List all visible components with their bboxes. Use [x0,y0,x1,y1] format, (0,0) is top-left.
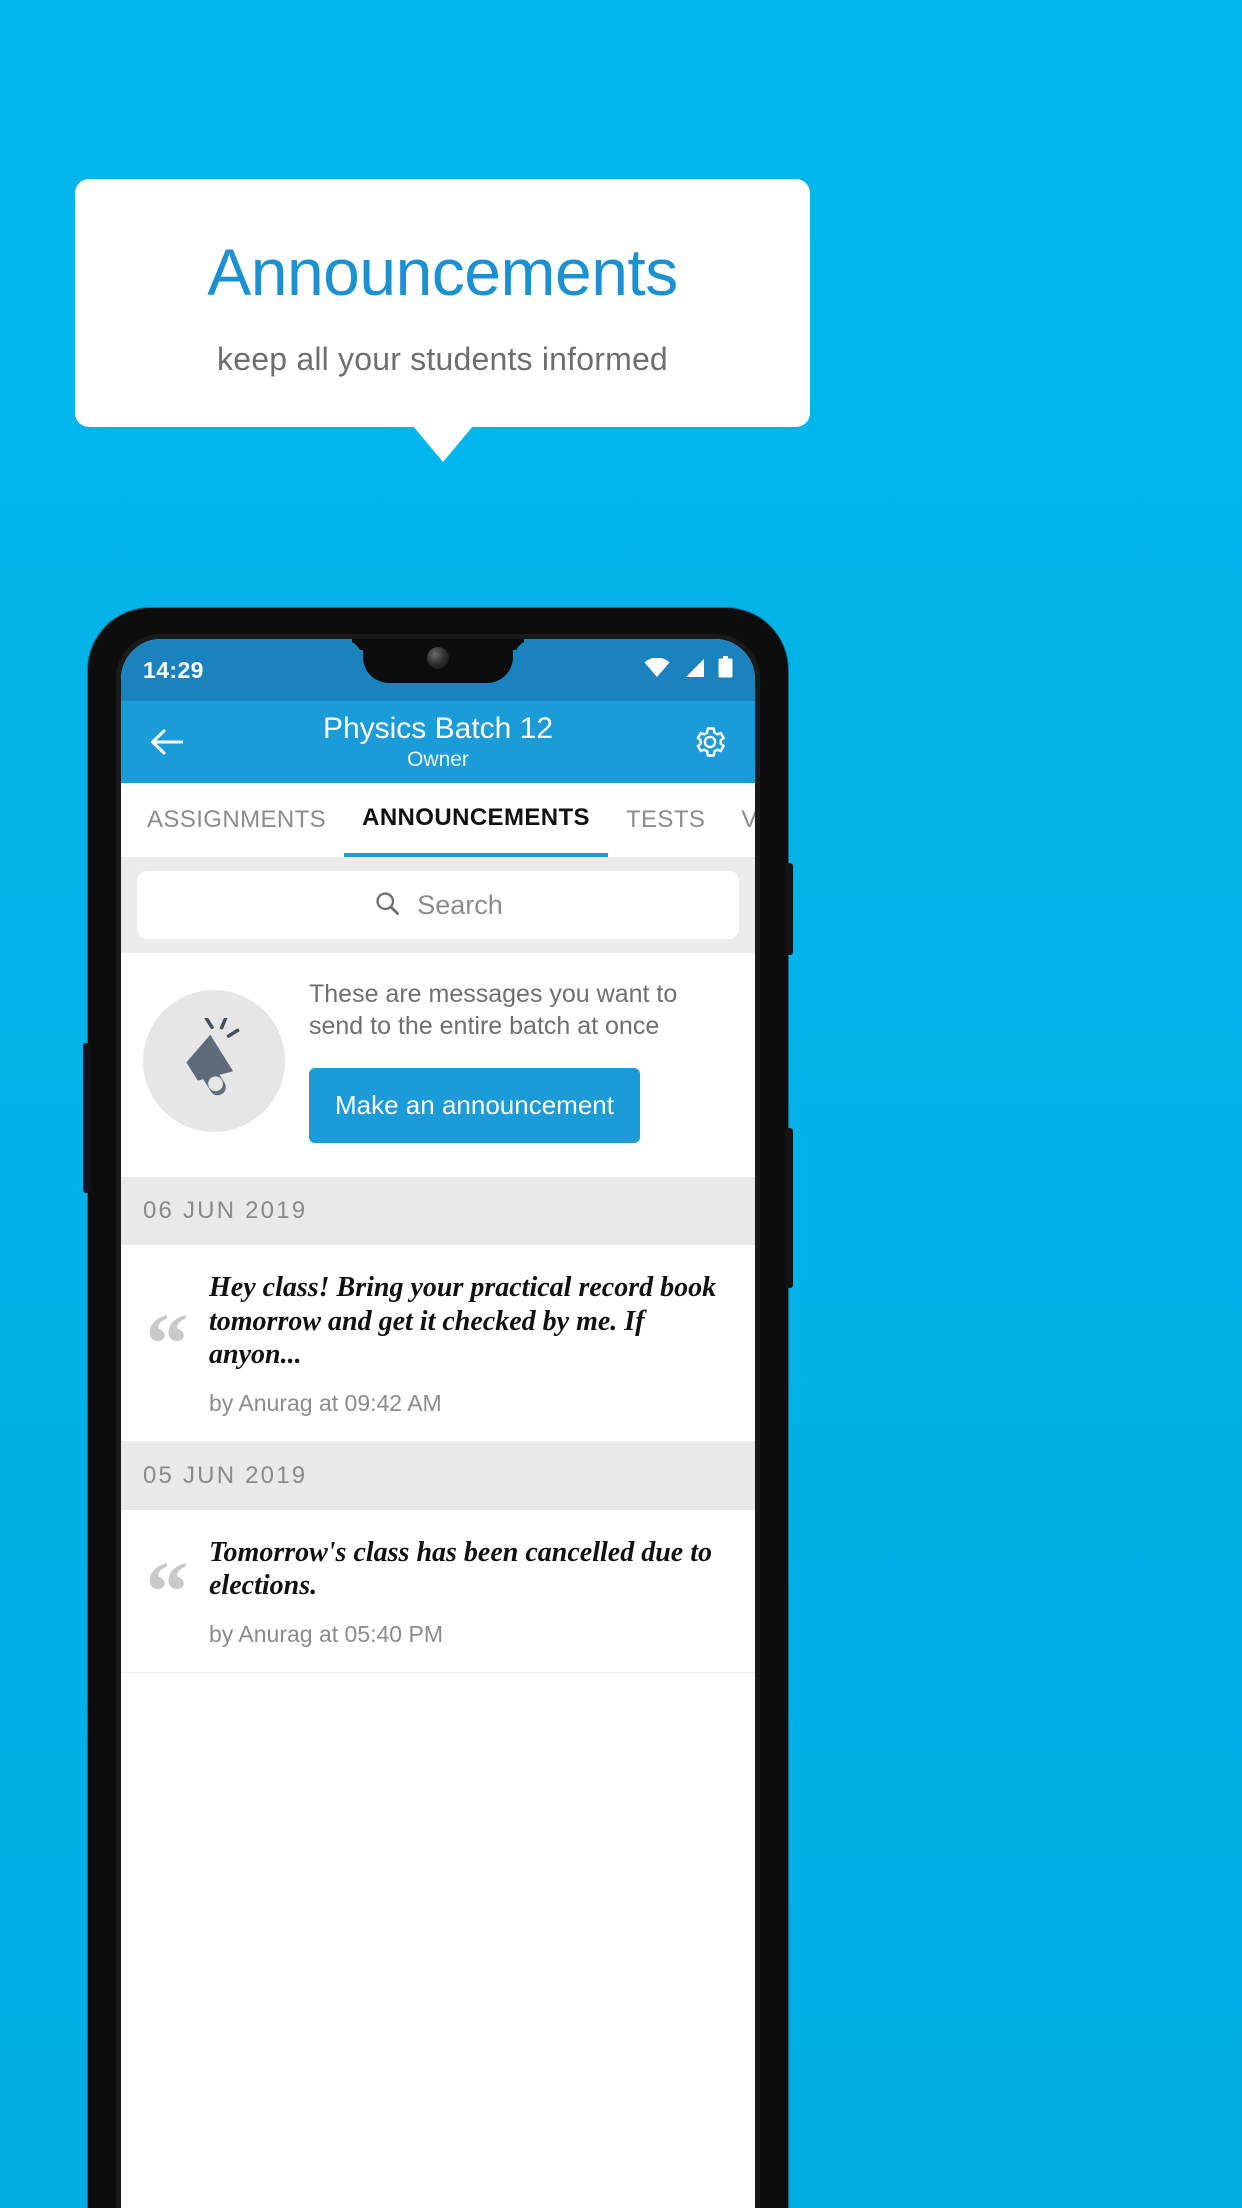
empty-state: These are messages you want to send to t… [121,953,755,1177]
phone-screen: 14:29 Physics Batch 12 Owner ASSIGNMENTS… [121,639,755,2208]
search-placeholder: Search [417,889,503,920]
search-icon [373,889,401,922]
status-bar: 14:29 [121,639,755,701]
phone-button-power[interactable] [785,1128,793,1288]
search-input[interactable]: Search [137,871,739,939]
status-time: 14:29 [143,656,204,683]
speech-bubble-tail-icon [413,426,473,462]
phone-button-left[interactable] [83,1043,91,1193]
phone-device: 14:29 Physics Batch 12 Owner ASSIGNMENTS… [83,608,793,2208]
front-camera-icon [427,647,449,669]
phone-button-volume[interactable] [785,863,793,955]
announcement-item[interactable]: “ Tomorrow's class has been cancelled du… [121,1509,755,1673]
make-announcement-button[interactable]: Make an announcement [309,1068,640,1143]
tab-bar[interactable]: ASSIGNMENTS ANNOUNCEMENTS TESTS V [121,783,755,857]
quote-icon: “ [145,1542,189,1639]
announcement-text: Hey class! Bring your practical record b… [209,1272,717,1371]
app-bar: Physics Batch 12 Owner [121,701,755,783]
app-bar-titles: Physics Batch 12 Owner [121,701,755,783]
announcement-meta: by Anurag at 05:40 PM [209,1620,443,1647]
empty-state-description: These are messages you want to send to t… [309,980,678,1040]
page-subtitle: keep all your students informed [217,340,668,377]
announcement-meta: by Anurag at 09:42 AM [209,1389,442,1416]
date-header: 05 JUN 2019 [121,1441,755,1510]
batch-role: Owner [407,747,469,771]
megaphone-icon [186,1018,240,1096]
back-button[interactable] [143,719,189,765]
wifi-icon [644,656,670,684]
promo-screenshot: Announcements keep all your students inf… [0,0,1242,2208]
announcement-text: Tomorrow's class has been cancelled due … [209,1536,712,1602]
battery-icon [718,656,733,684]
phone-bezel: 14:29 Physics Batch 12 Owner ASSIGNMENTS… [116,634,760,2208]
settings-button[interactable] [687,719,733,765]
megaphone-icon-container [143,990,285,1132]
back-arrow-icon [151,729,183,755]
announcement-body: Tomorrow's class has been cancelled due … [209,1536,729,1648]
announcement-body: Hey class! Bring your practical record b… [209,1271,729,1417]
batch-title: Physics Batch 12 [322,712,554,746]
tab-announcements[interactable]: ANNOUNCEMENTS [344,783,608,857]
tab-overflow[interactable]: V [723,783,755,857]
tab-assignments[interactable]: ASSIGNMENTS [121,783,344,857]
gear-icon [696,727,725,757]
date-header: 06 JUN 2019 [121,1177,755,1245]
tab-tests[interactable]: TESTS [608,783,723,857]
signal-icon [683,657,705,684]
page-title: Announcements [207,234,678,309]
status-icons [644,656,733,684]
empty-state-content: These are messages you want to send to t… [309,979,733,1143]
announcement-item[interactable]: “ Hey class! Bring your practical record… [121,1245,755,1442]
display-notch [363,639,513,683]
search-bar: Search [121,857,755,953]
quote-icon: “ [145,1294,189,1391]
promo-card: Announcements keep all your students inf… [75,179,810,427]
